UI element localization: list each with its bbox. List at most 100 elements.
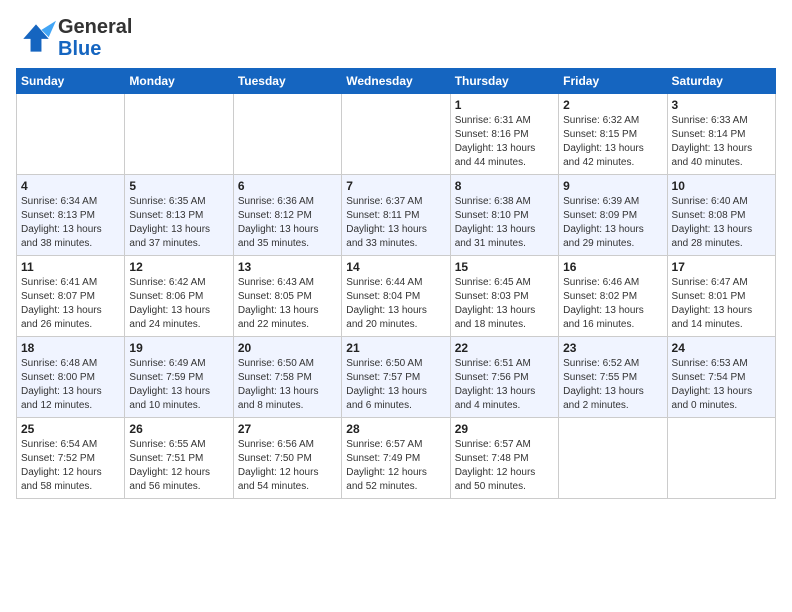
calendar-cell: 4 Sunrise: 6:34 AM Sunset: 8:13 PM Daylig… [17, 175, 125, 256]
day-info: Sunrise: 6:34 AM Sunset: 8:13 PM Dayligh… [21, 195, 120, 251]
day-info: Sunrise: 6:46 AM Sunset: 8:02 PM Dayligh… [563, 276, 662, 332]
day-number: 20 [238, 341, 337, 355]
day-info: Sunrise: 6:53 AM Sunset: 7:54 PM Dayligh… [672, 357, 771, 413]
day-number: 23 [563, 341, 662, 355]
day-number: 5 [129, 179, 228, 193]
day-info: Sunrise: 6:47 AM Sunset: 8:01 PM Dayligh… [672, 276, 771, 332]
calendar-cell: 24 Sunrise: 6:53 AM Sunset: 7:54 PM Dayli… [667, 337, 775, 418]
day-info: Sunrise: 6:31 AM Sunset: 8:16 PM Dayligh… [455, 114, 554, 170]
calendar-cell: 23 Sunrise: 6:52 AM Sunset: 7:55 PM Dayli… [559, 337, 667, 418]
calendar-day-header: Saturday [667, 69, 775, 94]
day-number: 14 [346, 260, 445, 274]
calendar-cell: 13 Sunrise: 6:43 AM Sunset: 8:05 PM Dayli… [233, 256, 341, 337]
calendar-cell: 8 Sunrise: 6:38 AM Sunset: 8:10 PM Daylig… [450, 175, 558, 256]
calendar-cell: 15 Sunrise: 6:45 AM Sunset: 8:03 PM Dayli… [450, 256, 558, 337]
day-info: Sunrise: 6:50 AM Sunset: 7:57 PM Dayligh… [346, 357, 445, 413]
day-number: 4 [21, 179, 120, 193]
day-number: 13 [238, 260, 337, 274]
calendar-cell: 16 Sunrise: 6:46 AM Sunset: 8:02 PM Dayli… [559, 256, 667, 337]
logo-icon [16, 20, 56, 56]
day-number: 17 [672, 260, 771, 274]
calendar-week-row: 18 Sunrise: 6:48 AM Sunset: 8:00 PM Dayli… [17, 337, 776, 418]
calendar-cell: 29Sunrise: 6:57 AM Sunset: 7:48 PM Dayli… [450, 418, 558, 499]
calendar-cell [667, 418, 775, 499]
day-number: 8 [455, 179, 554, 193]
calendar-cell: 20 Sunrise: 6:50 AM Sunset: 7:58 PM Dayli… [233, 337, 341, 418]
calendar-cell: 9Sunrise: 6:39 AM Sunset: 8:09 PM Daylig… [559, 175, 667, 256]
day-number: 2 [563, 98, 662, 112]
day-info: Sunrise: 6:52 AM Sunset: 7:55 PM Dayligh… [563, 357, 662, 413]
calendar-day-header: Thursday [450, 69, 558, 94]
day-number: 18 [21, 341, 120, 355]
calendar-week-row: 1 Sunrise: 6:31 AM Sunset: 8:16 PM Daylig… [17, 94, 776, 175]
calendar-cell: 14 Sunrise: 6:44 AM Sunset: 8:04 PM Dayli… [342, 256, 450, 337]
day-info: Sunrise: 6:49 AM Sunset: 7:59 PM Dayligh… [129, 357, 228, 413]
calendar-week-row: 4 Sunrise: 6:34 AM Sunset: 8:13 PM Daylig… [17, 175, 776, 256]
day-info: Sunrise: 6:42 AM Sunset: 8:06 PM Dayligh… [129, 276, 228, 332]
day-info: Sunrise: 6:57 AM Sunset: 7:49 PM Dayligh… [346, 438, 445, 494]
calendar-week-row: 25 Sunrise: 6:54 AM Sunset: 7:52 PM Dayli… [17, 418, 776, 499]
calendar-header-row: SundayMondayTuesdayWednesdayThursdayFrid… [17, 69, 776, 94]
calendar-cell [125, 94, 233, 175]
calendar-cell: 17 Sunrise: 6:47 AM Sunset: 8:01 PM Dayli… [667, 256, 775, 337]
calendar-cell: 12 Sunrise: 6:42 AM Sunset: 8:06 PM Dayli… [125, 256, 233, 337]
calendar-cell: 3 Sunrise: 6:33 AM Sunset: 8:14 PM Daylig… [667, 94, 775, 175]
day-info: Sunrise: 6:35 AM Sunset: 8:13 PM Dayligh… [129, 195, 228, 251]
day-info: Sunrise: 6:56 AM Sunset: 7:50 PM Dayligh… [238, 438, 337, 494]
calendar-day-header: Friday [559, 69, 667, 94]
calendar-day-header: Tuesday [233, 69, 341, 94]
calendar-cell: 5 Sunrise: 6:35 AM Sunset: 8:13 PM Daylig… [125, 175, 233, 256]
calendar-cell: 25 Sunrise: 6:54 AM Sunset: 7:52 PM Dayli… [17, 418, 125, 499]
calendar-day-header: Sunday [17, 69, 125, 94]
calendar-cell: 11 Sunrise: 6:41 AM Sunset: 8:07 PM Dayli… [17, 256, 125, 337]
calendar-cell: 27 Sunrise: 6:56 AM Sunset: 7:50 PM Dayli… [233, 418, 341, 499]
calendar-day-header: Wednesday [342, 69, 450, 94]
day-number: 21 [346, 341, 445, 355]
day-info: Sunrise: 6:45 AM Sunset: 8:03 PM Dayligh… [455, 276, 554, 332]
calendar-cell: 21 Sunrise: 6:50 AM Sunset: 7:57 PM Dayli… [342, 337, 450, 418]
day-number: 15 [455, 260, 554, 274]
calendar-cell: 19 Sunrise: 6:49 AM Sunset: 7:59 PM Dayli… [125, 337, 233, 418]
day-number: 26 [129, 422, 228, 436]
day-number: 12 [129, 260, 228, 274]
calendar-cell: 26 Sunrise: 6:55 AM Sunset: 7:51 PM Dayli… [125, 418, 233, 499]
calendar-cell: 10Sunrise: 6:40 AM Sunset: 8:08 PM Dayli… [667, 175, 775, 256]
logo: General Blue [16, 16, 132, 60]
day-number: 25 [21, 422, 120, 436]
day-number: 3 [672, 98, 771, 112]
day-info: Sunrise: 6:36 AM Sunset: 8:12 PM Dayligh… [238, 195, 337, 251]
day-info: Sunrise: 6:48 AM Sunset: 8:00 PM Dayligh… [21, 357, 120, 413]
day-number: 19 [129, 341, 228, 355]
day-number: 24 [672, 341, 771, 355]
day-number: 7 [346, 179, 445, 193]
calendar-week-row: 11 Sunrise: 6:41 AM Sunset: 8:07 PM Dayli… [17, 256, 776, 337]
day-info: Sunrise: 6:38 AM Sunset: 8:10 PM Dayligh… [455, 195, 554, 251]
day-info: Sunrise: 6:51 AM Sunset: 7:56 PM Dayligh… [455, 357, 554, 413]
day-info: Sunrise: 6:44 AM Sunset: 8:04 PM Dayligh… [346, 276, 445, 332]
calendar-cell [559, 418, 667, 499]
logo-text: General Blue [58, 16, 132, 60]
day-info: Sunrise: 6:40 AM Sunset: 8:08 PM Dayligh… [672, 195, 771, 251]
day-number: 27 [238, 422, 337, 436]
calendar-cell [342, 94, 450, 175]
day-info: Sunrise: 6:33 AM Sunset: 8:14 PM Dayligh… [672, 114, 771, 170]
calendar-cell: 6Sunrise: 6:36 AM Sunset: 8:12 PM Daylig… [233, 175, 341, 256]
day-info: Sunrise: 6:57 AM Sunset: 7:48 PM Dayligh… [455, 438, 554, 494]
day-number: 9 [563, 179, 662, 193]
header: General Blue [16, 16, 776, 60]
day-info: Sunrise: 6:54 AM Sunset: 7:52 PM Dayligh… [21, 438, 120, 494]
day-info: Sunrise: 6:32 AM Sunset: 8:15 PM Dayligh… [563, 114, 662, 170]
day-info: Sunrise: 6:50 AM Sunset: 7:58 PM Dayligh… [238, 357, 337, 413]
calendar-cell: 22 Sunrise: 6:51 AM Sunset: 7:56 PM Dayli… [450, 337, 558, 418]
day-number: 16 [563, 260, 662, 274]
day-number: 1 [455, 98, 554, 112]
calendar-cell: 28Sunrise: 6:57 AM Sunset: 7:49 PM Dayli… [342, 418, 450, 499]
day-info: Sunrise: 6:55 AM Sunset: 7:51 PM Dayligh… [129, 438, 228, 494]
day-number: 22 [455, 341, 554, 355]
day-info: Sunrise: 6:43 AM Sunset: 8:05 PM Dayligh… [238, 276, 337, 332]
calendar-cell [17, 94, 125, 175]
day-number: 11 [21, 260, 120, 274]
calendar-cell: 1 Sunrise: 6:31 AM Sunset: 8:16 PM Daylig… [450, 94, 558, 175]
calendar-cell: 7Sunrise: 6:37 AM Sunset: 8:11 PM Daylig… [342, 175, 450, 256]
day-info: Sunrise: 6:41 AM Sunset: 8:07 PM Dayligh… [21, 276, 120, 332]
